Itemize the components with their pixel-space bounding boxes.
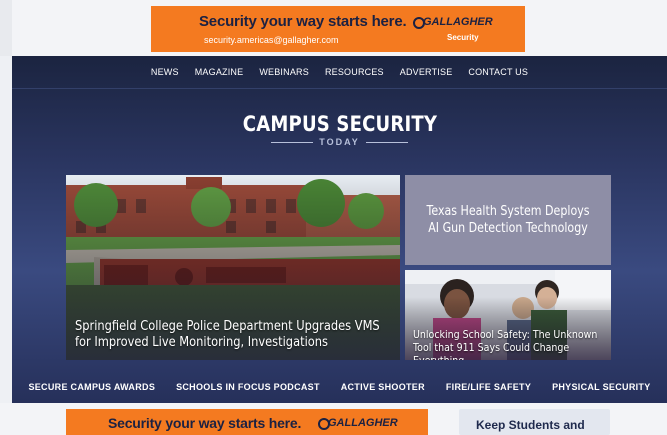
nav-news[interactable]: NEWS [143, 67, 187, 77]
logo-subtitle: TODAY [319, 137, 360, 147]
nav-webinars[interactable]: WEBINARS [251, 67, 317, 77]
logo-rule-left [271, 141, 314, 143]
ad-bottom-headline: Security your way starts here. [108, 415, 302, 431]
topic-nav: SECURE CAMPUS AWARDS SCHOOLS IN FOCUS PO… [12, 375, 667, 399]
ad-brand-sub: Security [447, 33, 479, 42]
logo-subtitle-row: TODAY [12, 137, 667, 147]
topic-fire-life-safety[interactable]: FIRE/LIFE SAFETY [446, 382, 531, 392]
article-card-top-headline[interactable]: Texas Health System Deploys AI Gun Detec… [420, 203, 595, 237]
topic-active-shooter[interactable]: ACTIVE SHOOTER [341, 382, 425, 392]
hero-article[interactable]: Springfield College Police Department Up… [66, 175, 400, 360]
nav-magazine[interactable]: MAGAZINE [187, 67, 252, 77]
article-card-top[interactable]: Texas Health System Deploys AI Gun Detec… [405, 175, 611, 265]
site-logo[interactable]: CAMPUS SECURITY TODAY [12, 112, 667, 147]
site-header-area: NEWS MAGAZINE WEBINARS RESOURCES ADVERTI… [12, 56, 667, 403]
sidebar-card-title: Keep Students and [476, 418, 585, 432]
ad-url: security.americas@gallagher.com [204, 35, 339, 45]
topic-physical-security[interactable]: PHYSICAL SECURITY [552, 382, 650, 392]
nav-resources[interactable]: RESOURCES [317, 67, 392, 77]
logo-rule-right [365, 141, 408, 143]
article-card-bottom-headline[interactable]: Unlocking School Safety: The Unknown Too… [413, 328, 602, 360]
page-edge [0, 0, 12, 56]
ad-bottom-brand: GALLAGHER [328, 417, 398, 429]
main-nav: NEWS MAGAZINE WEBINARS RESOURCES ADVERTI… [12, 56, 667, 89]
nav-contact-us[interactable]: CONTACT US [460, 67, 536, 77]
sidebar-card[interactable]: Keep Students and [459, 409, 610, 435]
article-card-bottom[interactable]: Unlocking School Safety: The Unknown Too… [405, 270, 611, 360]
hero-headline[interactable]: Springfield College Police Department Up… [75, 319, 395, 351]
logo-title: CAMPUS SECURITY [242, 112, 437, 136]
banner-ad-bottom[interactable]: Security your way starts here. GALLAGHER [66, 409, 428, 435]
topic-schools-in-focus-podcast[interactable]: SCHOOLS IN FOCUS PODCAST [176, 382, 320, 392]
ad-headline: Security your way starts here. [199, 13, 407, 30]
topic-secure-campus-awards[interactable]: SECURE CAMPUS AWARDS [28, 382, 155, 392]
nav-advertise[interactable]: ADVERTISE [392, 67, 461, 77]
banner-ad-top[interactable]: Security your way starts here. security.… [151, 6, 525, 52]
ad-brand: GALLAGHER [423, 16, 493, 28]
